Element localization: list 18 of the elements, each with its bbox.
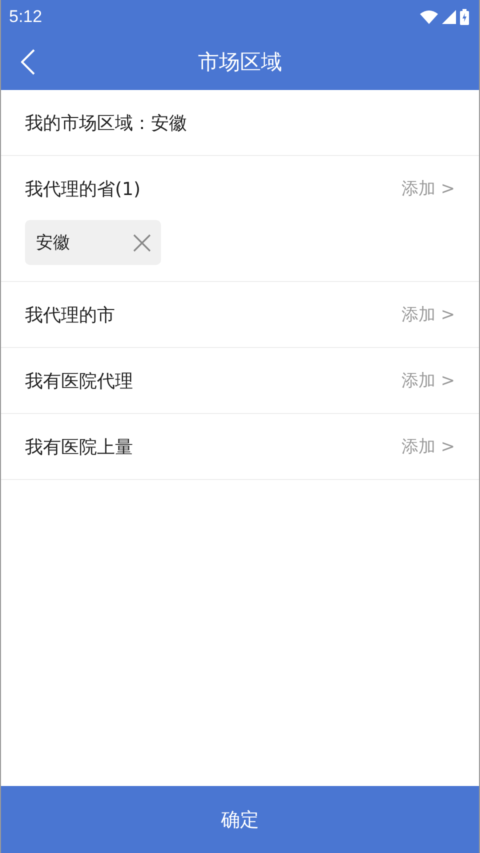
tag-label: 安徽 (36, 232, 70, 254)
confirm-button[interactable]: 确定 (1, 786, 479, 853)
add-link[interactable]: 添加 > (401, 303, 455, 326)
add-link[interactable]: 添加 > (401, 435, 455, 458)
wifi-icon (420, 10, 438, 24)
section-label: 我有医院上量 (25, 436, 133, 458)
section-label: 我代理的市 (25, 304, 115, 326)
battery-icon (460, 9, 469, 25)
signal-icon (442, 10, 456, 24)
section-label: 我代理的省(1) (25, 178, 140, 200)
section-label: 我有医院代理 (25, 370, 133, 392)
market-region-label: 我的市场区域：安徽 (25, 112, 187, 134)
add-link[interactable]: 添加 > (401, 177, 455, 200)
page-title: 市场区域 (198, 49, 282, 76)
close-icon[interactable] (133, 234, 151, 252)
status-time: 5:12 (9, 7, 42, 27)
back-button[interactable] (21, 49, 35, 75)
add-link[interactable]: 添加 > (401, 369, 455, 392)
